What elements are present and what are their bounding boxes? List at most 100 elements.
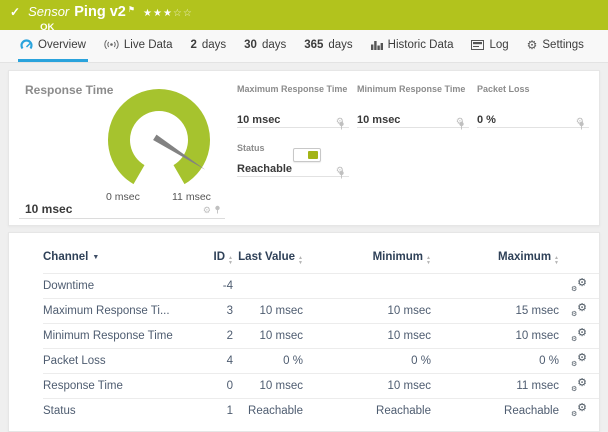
channel-name[interactable]: Downtime (43, 273, 193, 299)
status-label: Status (237, 143, 265, 153)
tab-2-days[interactable]: 2 days (188, 30, 228, 62)
gauge-gear-icon[interactable]: ⚙ (203, 206, 211, 215)
column-header-last-value[interactable]: Last Value ▲ ▼ (233, 245, 303, 274)
channel-name[interactable]: Maximum Response Ti... (43, 298, 193, 324)
tab-log[interactable]: Log (469, 30, 510, 62)
channel-id: -4 (193, 273, 233, 299)
channel-last-value: 10 msec (233, 373, 303, 399)
gauge-label: Packet Loss (477, 84, 530, 94)
gauge-label: Maximum Response Time (237, 84, 348, 94)
channel-maximum: 10 msec (431, 323, 559, 349)
star-filled-icon[interactable]: ★ (143, 8, 153, 19)
channel-last-value: 10 msec (233, 323, 303, 349)
gauge-pin-icon[interactable] (214, 205, 221, 216)
status-indicator (293, 148, 321, 162)
gauge-value: 10 msec (357, 114, 401, 126)
gear-icon: ⚙ (526, 37, 538, 52)
channel-name[interactable]: Minimum Response Time (43, 323, 193, 349)
packet-loss-gauge-tile: Packet Loss 0 % ⚙ (477, 79, 589, 130)
channel-settings-icon[interactable]: ⚙ ⚙ (571, 377, 587, 393)
column-header-settings (559, 245, 599, 274)
channel-minimum: 0 % (303, 348, 431, 374)
sensor-header: ✓ Sensor Ping v2 ⚑ ★★★☆☆ OK (0, 0, 608, 33)
channel-minimum: 10 msec (303, 373, 431, 399)
channel-name[interactable]: Response Time (43, 373, 193, 399)
channel-table-panel: Channel ▼ ID ▲ ▼ Last Value ▲ ▼ Minimum ▲ ▼ Max… (8, 232, 600, 432)
channel-settings-icon[interactable]: ⚙ ⚙ (571, 352, 587, 368)
star-filled-icon[interactable]: ★ (163, 8, 173, 19)
channel-settings-icon[interactable]: ⚙ ⚙ (571, 302, 587, 318)
channel-last-value: 0 % (233, 348, 303, 374)
status-tile: Status Reachable ⚙ (237, 138, 349, 179)
bar-chart-icon (370, 40, 383, 50)
tab-live-data[interactable]: Live Data (102, 30, 175, 62)
table-row: Maximum Response Ti... 3 10 msec 10 msec 15 … (43, 298, 599, 324)
star-empty-icon[interactable]: ☆ (173, 8, 183, 19)
channel-id: 0 (193, 373, 233, 399)
channel-maximum: 15 msec (431, 298, 559, 324)
channel-maximum: 0 % (431, 348, 559, 374)
minimum-response-time-gauge-tile: Minimum Response Time 10 msec ⚙ (357, 79, 469, 130)
tab-30-days[interactable]: 30 days (242, 30, 288, 62)
sort-icon: ▲ ▼ (228, 255, 233, 266)
gauge-value: 10 msec (237, 114, 281, 126)
column-header-id[interactable]: ID ▲ ▼ (193, 245, 233, 274)
channel-id: 3 (193, 298, 233, 324)
gauge-value: 10 msec (25, 202, 73, 216)
sensor-rating[interactable]: ★★★☆☆ (143, 6, 193, 21)
tab-365-days[interactable]: 365 days (302, 30, 354, 62)
ok-check-icon: ✓ (10, 5, 21, 19)
flag-icon[interactable]: ⚑ (128, 2, 135, 17)
table-row: Minimum Response Time 2 10 msec 10 msec 10 m… (43, 323, 599, 349)
channel-id: 2 (193, 323, 233, 349)
status-indicator-knob (308, 151, 318, 159)
log-icon (471, 39, 485, 50)
channel-id: 1 (193, 398, 233, 423)
table-row: Packet Loss 4 0 % 0 % 0 % ⚙ ⚙ (43, 348, 599, 374)
table-row: Response Time 0 10 msec 10 msec 11 msec ⚙ ⚙ (43, 373, 599, 399)
column-header-minimum[interactable]: Minimum ▲ ▼ (303, 245, 431, 274)
star-filled-icon[interactable]: ★ (153, 8, 163, 19)
channel-minimum: Reachable (303, 398, 431, 423)
gauge-label: Minimum Response Time (357, 84, 466, 94)
column-header-channel[interactable]: Channel ▼ (43, 245, 193, 274)
channel-settings-icon[interactable]: ⚙ ⚙ (571, 402, 587, 418)
sensor-tab-bar: Overview Live Data 2 days 30 days 365 days Histo… (0, 30, 608, 63)
channel-maximum (431, 273, 559, 299)
channel-id: 4 (193, 348, 233, 374)
channel-last-value (233, 273, 303, 299)
channel-maximum: Reachable (431, 398, 559, 423)
channel-maximum: 11 msec (431, 373, 559, 399)
star-empty-icon[interactable]: ☆ (183, 8, 193, 19)
sort-icon: ▲ ▼ (426, 255, 431, 266)
gauge-icon (20, 39, 33, 50)
channel-settings-icon[interactable]: ⚙ ⚙ (571, 277, 587, 293)
tab-overview[interactable]: Overview (18, 30, 88, 62)
gauges-panel: Response Time 0 msec 11 msec 10 msec ⚙ M… (8, 70, 600, 226)
channel-last-value: 10 msec (233, 298, 303, 324)
column-header-maximum[interactable]: Maximum ▲ ▼ (431, 245, 559, 274)
table-row: Status 1 Reachable Reachable Reachable ⚙ ⚙ (43, 398, 599, 423)
status-value: Reachable (237, 163, 293, 175)
response-time-gauge (108, 88, 210, 185)
sort-desc-icon: ▼ (92, 254, 100, 261)
sensor-title: Ping v2 (74, 4, 126, 20)
sort-icon: ▲ ▼ (554, 255, 559, 266)
response-time-gauge-tile: Response Time 0 msec 11 msec 10 msec ⚙ (19, 79, 225, 219)
channel-minimum: 10 msec (303, 323, 431, 349)
channel-table: Channel ▼ ID ▲ ▼ Last Value ▲ ▼ Minimum ▲ ▼ Max… (43, 245, 599, 423)
live-data-icon (104, 39, 119, 50)
channel-name[interactable]: Status (43, 398, 193, 423)
channel-minimum: 10 msec (303, 298, 431, 324)
channel-settings-icon[interactable]: ⚙ ⚙ (571, 327, 587, 343)
maximum-response-time-gauge-tile: Maximum Response Time 10 msec ⚙ (237, 79, 349, 130)
channel-minimum (303, 273, 431, 299)
tab-settings[interactable]: ⚙ Settings (525, 30, 586, 62)
gauge-value: 0 % (477, 114, 496, 126)
sort-icon: ▲ ▼ (298, 255, 303, 266)
object-kind-label: Sensor (28, 4, 70, 19)
tab-historic-data[interactable]: Historic Data (369, 30, 456, 62)
channel-last-value: Reachable (233, 398, 303, 423)
channel-name[interactable]: Packet Loss (43, 348, 193, 374)
table-row: Downtime -4 ⚙ ⚙ (43, 273, 599, 299)
